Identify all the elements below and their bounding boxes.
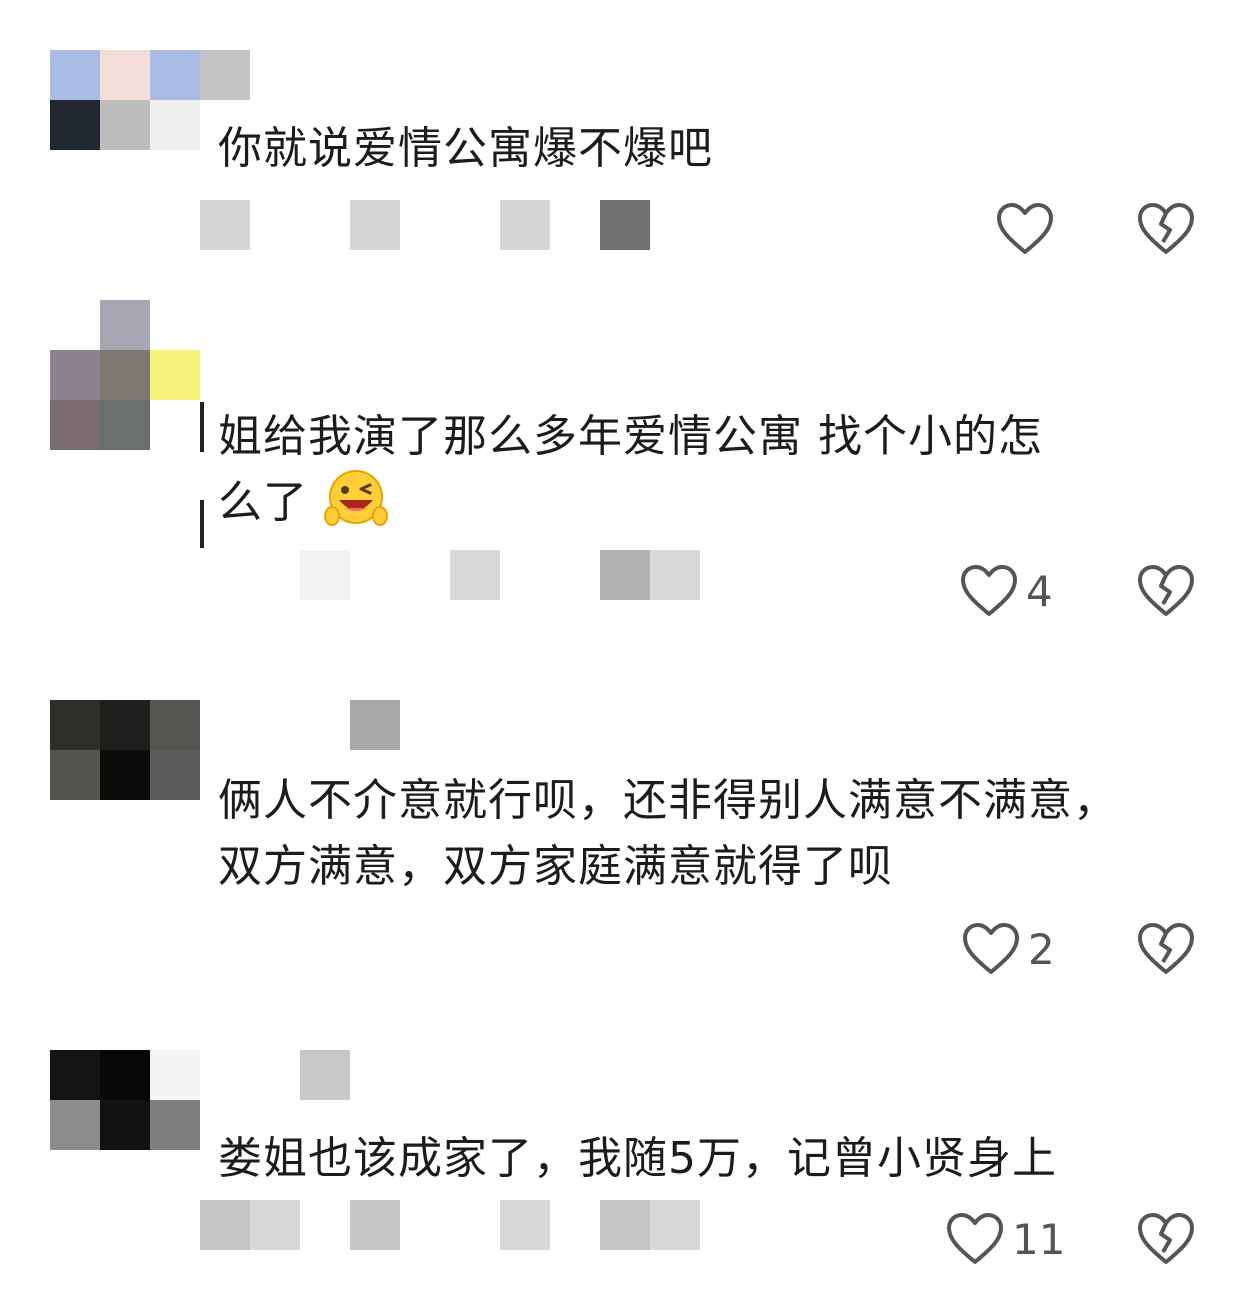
avatar[interactable] — [50, 300, 200, 450]
text-caret — [200, 402, 204, 452]
dislike-button[interactable] — [1137, 202, 1195, 256]
heart-outline-icon — [947, 1213, 1003, 1264]
text-caret — [200, 500, 204, 548]
avatar[interactable] — [50, 700, 200, 850]
like-button[interactable]: 11 — [946, 1212, 1065, 1266]
dislike-button[interactable] — [1137, 922, 1195, 976]
comment-text: 姐给我演了那么多年爱情公寓 找个小的怎 么了 — [218, 404, 1043, 538]
like-count: 4 — [1026, 566, 1053, 616]
heart-outline-icon — [963, 923, 1019, 974]
comment-text: 你就说爱情公寓爆不爆吧 — [218, 123, 713, 174]
like-button[interactable] — [996, 202, 1054, 256]
comment-text: 娄姐也该成家了，我随5万，记曾小贤身上 — [218, 1133, 1057, 1184]
dislike-button[interactable] — [1137, 564, 1195, 618]
comment-text: 俩人不介意就行呗，还非得别人满意不满意， 双方满意，双方家庭满意就得了呗 — [218, 775, 1118, 892]
broken-heart-icon — [1138, 565, 1194, 616]
heart-outline-icon — [961, 565, 1017, 616]
like-count: 11 — [1012, 1214, 1066, 1264]
dislike-button[interactable] — [1137, 1212, 1195, 1266]
like-button[interactable]: 2 — [962, 922, 1055, 976]
avatar[interactable] — [50, 50, 250, 200]
avatar[interactable] — [50, 1050, 200, 1200]
heart-outline-icon — [997, 203, 1053, 254]
wink-victory-emoji-icon — [324, 470, 388, 526]
like-button[interactable]: 4 — [960, 564, 1053, 618]
broken-heart-icon — [1138, 203, 1194, 254]
like-count: 2 — [1028, 924, 1055, 974]
broken-heart-icon — [1138, 1213, 1194, 1264]
broken-heart-icon — [1138, 923, 1194, 974]
